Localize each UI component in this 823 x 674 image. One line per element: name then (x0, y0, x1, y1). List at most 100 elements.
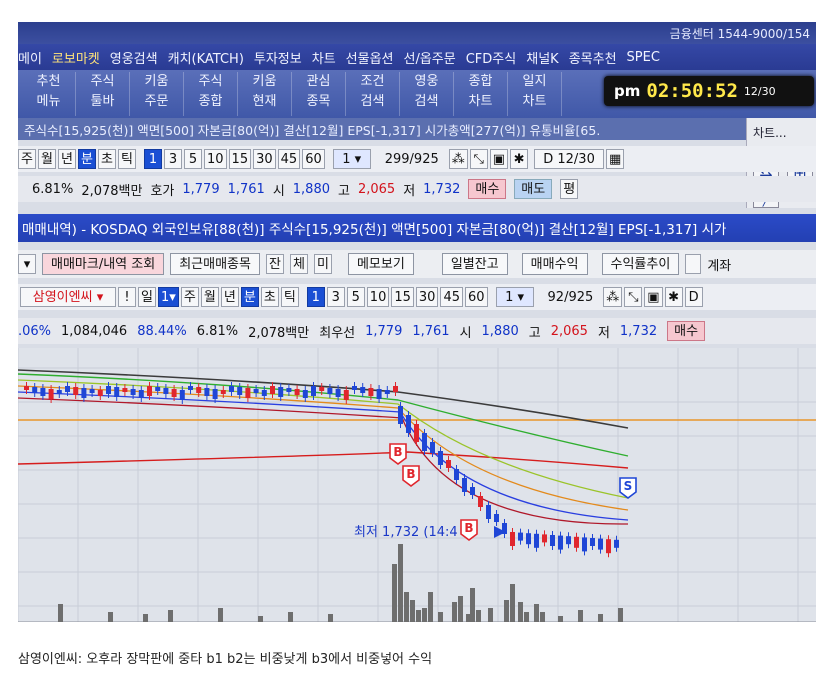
candle-body (204, 388, 210, 396)
period-num-10[interactable]: 10 (204, 149, 227, 169)
period-unit-2[interactable]: 년 (220, 287, 239, 307)
day-dropdown[interactable]: 1▾ (158, 287, 179, 307)
toolbar-button-line1: 일지 (522, 74, 547, 89)
best-bid: 1,761 (412, 323, 450, 339)
day-button[interactable]: 일 (138, 287, 156, 307)
toolbar-button-2[interactable]: 키움 주문 (130, 72, 184, 116)
toolbar-button-7[interactable]: 영웅 검색 (400, 72, 454, 116)
period-num-1[interactable]: 1 (306, 287, 325, 307)
period-unit-4[interactable]: 초 (98, 149, 116, 169)
crosshair-icon[interactable]: ⤡ (469, 149, 488, 169)
settings-icon[interactable]: ✱ (664, 287, 683, 307)
profit-rate-button[interactable]: 수익률추이 (601, 253, 680, 275)
date-field[interactable]: D 12/30 (534, 149, 605, 169)
toolbar-button-1[interactable]: 주식 툴바 (76, 72, 130, 116)
period-num-15[interactable]: 15 (391, 287, 414, 307)
toolbar-button-5[interactable]: 관심 종목 (292, 72, 346, 116)
period-num-15[interactable]: 15 (228, 149, 252, 169)
sell-button[interactable]: 매도 (514, 179, 553, 199)
period-unit-1[interactable]: 월 (38, 149, 56, 169)
period-num-10[interactable]: 10 (366, 287, 390, 307)
recent-trades-button[interactable]: 최근매매종목 (170, 253, 260, 275)
candle-body (212, 389, 218, 399)
period-unit-4[interactable]: 초 (260, 287, 279, 307)
period-unit-5[interactable]: 틱 (118, 149, 136, 169)
screenshot-photo: 금융센터 1544-9000/154 메이 로보마켓 영웅검색 캐치(KATCH) 투자… (18, 22, 816, 622)
zoom-icon[interactable]: ⁂ (603, 287, 623, 307)
toolbar-button-3[interactable]: 주식 종합 (184, 72, 238, 116)
memo-button[interactable]: 메모보기 (347, 253, 414, 275)
period-num-30[interactable]: 30 (253, 149, 276, 169)
period-num-5[interactable]: 5 (184, 149, 202, 169)
candle-body (138, 390, 144, 398)
daily-balance-button[interactable]: 일별잔고 (441, 253, 508, 275)
stock-name-field[interactable]: 삼영이엔씨 ▾ (20, 287, 116, 307)
period-unit-0[interactable]: 주 (18, 149, 36, 169)
period-value-select[interactable]: 1 ▾ (332, 149, 371, 169)
period-unit-3[interactable]: 분 (240, 287, 259, 307)
low-label-2: 저 (597, 325, 610, 341)
buy-button-2[interactable]: 매수 (667, 321, 706, 341)
menu-item-9[interactable]: 채널K (526, 48, 558, 67)
d-checkbox[interactable]: D (684, 287, 703, 307)
save-icon[interactable]: ▣ (489, 149, 509, 169)
settings-icon[interactable]: ✱ (510, 149, 529, 169)
candle-body (97, 390, 103, 396)
account-checkbox[interactable] (685, 254, 702, 274)
menu-item-7[interactable]: 선/옵주문 (404, 48, 456, 67)
period-num-3[interactable]: 3 (326, 287, 345, 307)
period-value-select[interactable]: 1 ▾ (495, 287, 534, 307)
period-num-45[interactable]: 45 (440, 287, 463, 307)
candle-body (550, 535, 555, 546)
period-num-5[interactable]: 5 (346, 287, 365, 307)
menu-item-10[interactable]: 종목추천 (569, 48, 617, 67)
candle-body (122, 388, 128, 392)
zoom-icon[interactable]: ⁂ (448, 149, 468, 169)
menu-item-4[interactable]: 투자정보 (254, 48, 302, 67)
buy-button[interactable]: 매수 (468, 179, 507, 199)
toolbar-button-6[interactable]: 조건 검색 (346, 72, 400, 116)
period-unit-3[interactable]: 분 (78, 149, 96, 169)
trade-mark-button[interactable]: 매매마크/내역 조회 (42, 253, 165, 275)
menu-item-2[interactable]: 영웅검색 (110, 48, 158, 67)
menu-item-3[interactable]: 캐치(KATCH) (168, 48, 244, 67)
alert-button[interactable]: ! (118, 287, 136, 307)
period-unit-0[interactable]: 주 (180, 287, 199, 307)
filled-toggle[interactable]: 체 (289, 254, 308, 274)
period-unit-2[interactable]: 년 (58, 149, 76, 169)
candle-body (526, 533, 531, 545)
period-num-3[interactable]: 3 (164, 149, 182, 169)
period-num-1[interactable]: 1 (144, 149, 162, 169)
candle-body (422, 433, 427, 451)
toolbar-button-9[interactable]: 일지차트 (508, 72, 562, 116)
period-num-60[interactable]: 60 (464, 287, 488, 307)
save-icon[interactable]: ▣ (644, 287, 663, 307)
balance-toggle[interactable]: 잔 (265, 254, 284, 274)
menu-item-5[interactable]: 차트 (312, 48, 336, 67)
candle-body (582, 537, 587, 552)
calendar-icon[interactable]: ▦ (606, 149, 625, 169)
menu-item-0[interactable]: 메이 (18, 48, 42, 67)
eval-button[interactable]: 평 (560, 179, 579, 199)
toolbar-button-8[interactable]: 종합 차트 (454, 72, 508, 116)
period-unit-5[interactable]: 틱 (280, 287, 299, 307)
period-unit-1[interactable]: 월 (200, 287, 219, 307)
crosshair-icon[interactable]: ⤡ (624, 287, 643, 307)
menu-item-8[interactable]: CFD주식 (466, 48, 517, 67)
trade-amount-2: 2,078백만 (248, 325, 310, 341)
toolbar-button-4[interactable]: 키움 현재 (238, 72, 292, 116)
candle-body (89, 389, 95, 393)
menu-item-1[interactable]: 로보마켓 (52, 48, 100, 67)
unfilled-toggle[interactable]: 미 (313, 254, 332, 274)
period-num-45[interactable]: 45 (277, 149, 301, 169)
trade-profit-button[interactable]: 매매수익 (521, 253, 588, 275)
toolbar-button-line2: 차트 (522, 94, 547, 109)
menu-item-11[interactable]: SPEC (627, 50, 660, 65)
candle-body (590, 538, 595, 546)
period-num-60[interactable]: 60 (302, 149, 325, 169)
candlestick-chart[interactable]: B B B S 최저 1,732 (14:4 (18, 348, 816, 622)
dropdown-arrow-icon[interactable]: ▾ (18, 254, 36, 274)
period-num-30[interactable]: 30 (415, 287, 439, 307)
menu-item-6[interactable]: 선물옵션 (346, 48, 394, 67)
toolbar-button-0[interactable]: 추천 메뉴 (22, 72, 76, 116)
